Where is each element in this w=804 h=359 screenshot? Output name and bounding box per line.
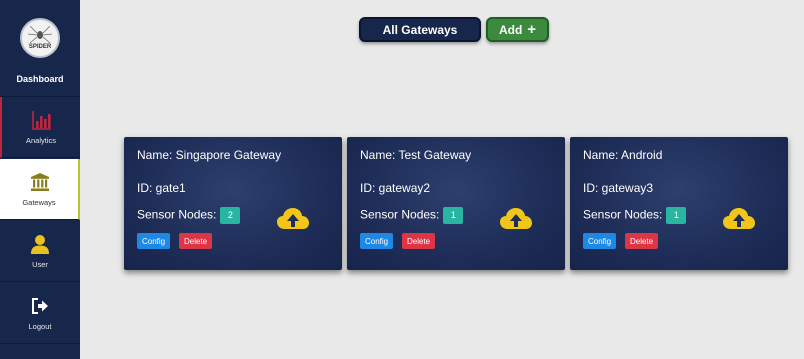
logo-text: SPIDER: [28, 44, 52, 50]
sidebar-item-user[interactable]: User: [0, 221, 80, 282]
delete-button[interactable]: Delete: [179, 233, 213, 249]
gateway-id: ID: gate1: [137, 181, 186, 195]
add-gateway-button[interactable]: Add +: [486, 17, 549, 42]
gateway-id: ID: gateway3: [583, 181, 654, 195]
bar-chart-icon: [32, 111, 51, 130]
gateway-name: Name: Android: [583, 148, 663, 162]
sensor-nodes: Sensor Nodes: 1: [360, 207, 464, 224]
sidebar-item-gateways[interactable]: Gateways: [0, 159, 80, 220]
sidebar-item-logout[interactable]: Logout: [0, 283, 80, 344]
gateway-card: Name: Android ID: gateway3 Sensor Nodes:…: [570, 137, 788, 270]
sidebar-item-analytics[interactable]: Analytics: [0, 97, 80, 158]
add-label: Add: [498, 22, 523, 37]
sensor-nodes-label: Sensor Nodes:: [137, 207, 217, 222]
spider-icon: [27, 25, 53, 44]
delete-button[interactable]: Delete: [625, 233, 659, 249]
sensor-count-badge: 1: [443, 207, 464, 224]
cloud-upload-icon[interactable]: [722, 205, 756, 231]
cloud-upload-icon[interactable]: [276, 205, 310, 231]
sensor-count-badge: 1: [666, 207, 687, 224]
logout-icon: [32, 298, 48, 314]
sensor-count-badge: 2: [220, 207, 241, 224]
sensor-nodes-label: Sensor Nodes:: [360, 207, 440, 222]
config-button[interactable]: Config: [360, 233, 394, 249]
config-button[interactable]: Config: [137, 233, 171, 249]
spider-logo: SPIDER: [20, 18, 60, 58]
sidebar: SPIDER Dashboard Analytics Gateways User…: [0, 0, 80, 359]
sensor-nodes: Sensor Nodes: 1: [583, 207, 687, 224]
gateway-name: Name: Singapore Gateway: [137, 148, 282, 162]
cloud-upload-icon[interactable]: [499, 205, 533, 231]
gateway-card: Name: Test Gateway ID: gateway2 Sensor N…: [347, 137, 565, 270]
gateway-id: ID: gateway2: [360, 181, 431, 195]
sidebar-item-label: User: [32, 260, 48, 269]
bank-icon: [31, 173, 49, 191]
sidebar-dashboard[interactable]: SPIDER Dashboard: [0, 0, 80, 97]
sidebar-item-label: Analytics: [25, 136, 56, 145]
delete-button[interactable]: Delete: [402, 233, 436, 249]
sidebar-item-label: Gateways: [22, 198, 56, 207]
dashboard-label: Dashboard: [16, 74, 64, 84]
gateway-name: Name: Test Gateway: [360, 148, 472, 162]
sensor-nodes: Sensor Nodes: 2: [137, 207, 241, 224]
config-button[interactable]: Config: [583, 233, 617, 249]
sensor-nodes-label: Sensor Nodes:: [583, 207, 663, 222]
all-gateways-button[interactable]: All Gateways: [359, 17, 481, 42]
plus-icon: +: [527, 21, 537, 38]
user-icon: [31, 235, 49, 254]
sidebar-item-label: Logout: [28, 322, 52, 331]
gateway-card: Name: Singapore Gateway ID: gate1 Sensor…: [124, 137, 342, 270]
all-gateways-label: All Gateways: [382, 22, 458, 37]
